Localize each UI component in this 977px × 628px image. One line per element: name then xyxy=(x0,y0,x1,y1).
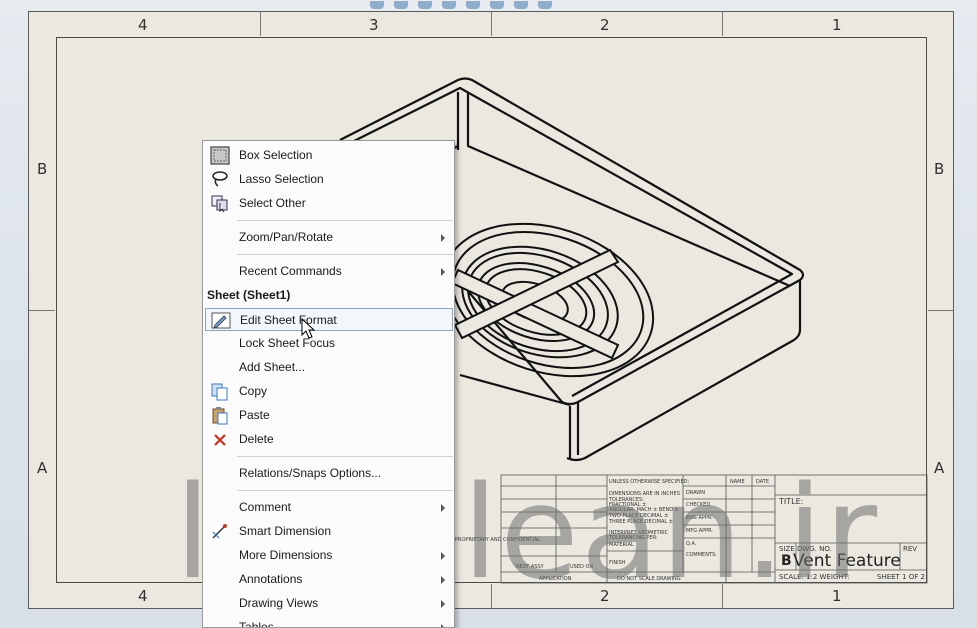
menu-item-box-selection[interactable]: Box Selection xyxy=(205,144,453,167)
menu-item-lock-sheet-focus[interactable]: Lock Sheet Focus xyxy=(205,332,453,355)
menu-label: Delete xyxy=(239,432,274,446)
menu-item-more-dimensions[interactable]: More Dimensions xyxy=(205,544,453,567)
menu-separator xyxy=(237,254,453,255)
submenu-arrow-icon xyxy=(441,504,445,512)
menu-label: Edit Sheet Format xyxy=(240,313,337,327)
menu-label: Comment xyxy=(239,500,292,514)
menu-section-header: Sheet (Sheet1) xyxy=(207,288,291,302)
menu-label: Zoom/Pan/Rotate xyxy=(239,230,334,244)
menu-item-add-sheet[interactable]: Add Sheet... xyxy=(205,356,453,379)
menu-label: Relations/Snaps Options... xyxy=(239,466,382,480)
menu-item-lasso-selection[interactable]: Lasso Selection xyxy=(205,168,453,191)
rev-label: REV xyxy=(903,545,918,553)
menu-label: Add Sheet... xyxy=(239,360,306,374)
menu-item-drawing-views[interactable]: Drawing Views xyxy=(205,592,453,615)
menu-label: Copy xyxy=(239,384,268,398)
submenu-arrow-icon xyxy=(441,234,445,242)
menu-item-recent-commands[interactable]: Recent Commands xyxy=(205,260,453,283)
menu-item-smart-dimension[interactable]: Smart Dimension xyxy=(205,520,453,543)
submenu-arrow-icon xyxy=(441,624,445,627)
menu-item-tables[interactable]: Tables xyxy=(205,616,453,628)
menu-label: Annotations xyxy=(239,572,303,586)
menu-item-delete[interactable]: Delete xyxy=(205,428,453,451)
menu-item-annotations[interactable]: Annotations xyxy=(205,568,453,591)
submenu-arrow-icon xyxy=(441,268,445,276)
menu-label: More Dimensions xyxy=(239,548,333,562)
menu-label: Paste xyxy=(239,408,270,422)
delete-icon xyxy=(210,430,230,449)
menu-label: Recent Commands xyxy=(239,264,342,278)
select-other-icon xyxy=(210,194,230,213)
paste-icon xyxy=(210,406,230,425)
menu-separator xyxy=(237,490,453,491)
menu-label: Tables xyxy=(239,620,274,628)
submenu-arrow-icon xyxy=(441,600,445,608)
box-selection-icon xyxy=(210,146,230,165)
menu-label: Box Selection xyxy=(239,148,313,162)
edit-sheet-format-icon xyxy=(211,311,231,330)
menu-label: Select Other xyxy=(239,196,306,210)
context-menu: Box Selection Lasso Selection Select Oth… xyxy=(202,140,455,628)
menu-item-paste[interactable]: Paste xyxy=(205,404,453,427)
lasso-selection-icon xyxy=(210,170,230,189)
menu-item-select-other[interactable]: Select Other xyxy=(205,192,453,215)
menu-item-zoom-pan-rotate[interactable]: Zoom/Pan/Rotate xyxy=(205,226,453,249)
menu-label: Lock Sheet Focus xyxy=(239,336,336,350)
menu-item-copy[interactable]: Copy xyxy=(205,380,453,403)
sheet-number-text: SHEET 1 OF 2 xyxy=(877,573,925,581)
menu-item-relations-snaps-options[interactable]: Relations/Snaps Options... xyxy=(205,462,453,485)
menu-label: Drawing Views xyxy=(239,596,319,610)
menu-label: Lasso Selection xyxy=(239,172,324,186)
menu-separator xyxy=(237,220,453,221)
submenu-arrow-icon xyxy=(441,552,445,560)
menu-label: Smart Dimension xyxy=(239,524,332,538)
smart-dimension-icon xyxy=(210,522,230,541)
menu-separator xyxy=(237,456,453,457)
mouse-cursor-icon xyxy=(301,318,316,339)
submenu-arrow-icon xyxy=(441,576,445,584)
copy-icon xyxy=(210,382,230,401)
menu-item-comment[interactable]: Comment xyxy=(205,496,453,519)
menu-item-edit-sheet-format[interactable]: Edit Sheet Format xyxy=(205,308,453,331)
